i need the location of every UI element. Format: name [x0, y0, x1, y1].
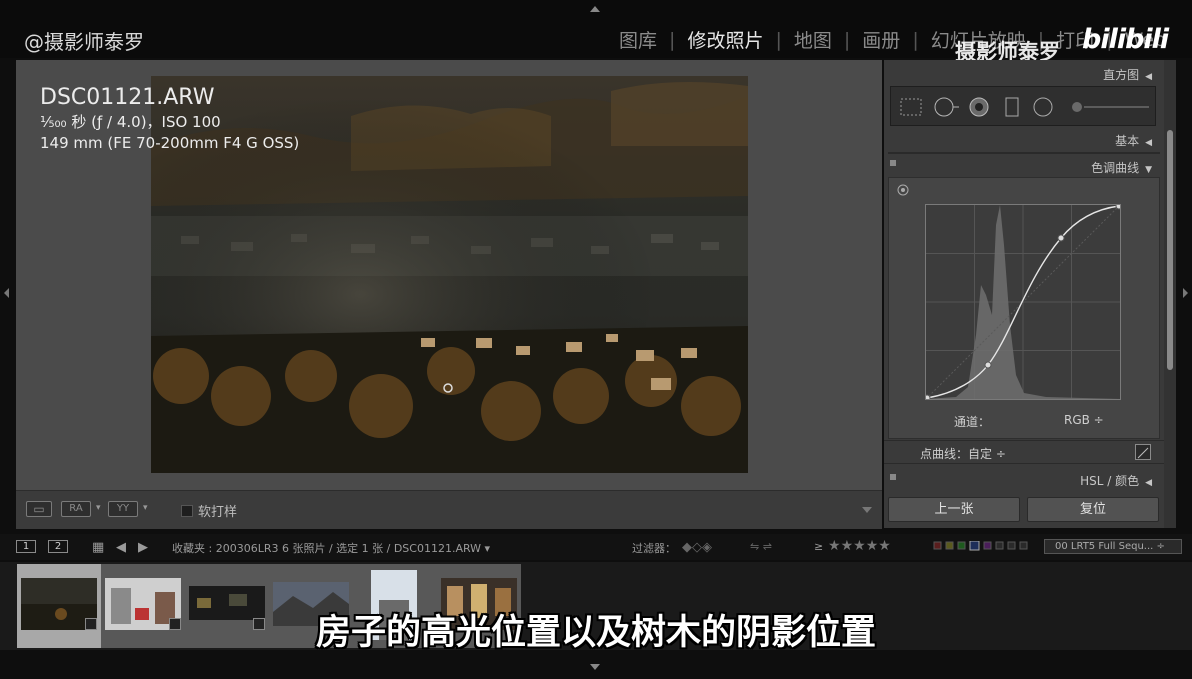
- red-eye-icon: [969, 97, 989, 117]
- module-develop[interactable]: 修改照片: [675, 26, 775, 53]
- tone-curve-header[interactable]: 色调曲线 ▼: [1091, 159, 1152, 176]
- filter-label: 过滤器：: [632, 542, 676, 555]
- panel-scrollbar[interactable]: [1167, 130, 1173, 370]
- chevron-down-icon[interactable]: ▾: [96, 503, 101, 513]
- tool-strip: [890, 86, 1156, 126]
- module-book[interactable]: 画册: [850, 26, 912, 53]
- left-panel-toggle-icon[interactable]: [4, 288, 9, 298]
- spot-removal-icon: [934, 97, 959, 117]
- flag-filter-icon[interactable]: ◆◇◈: [682, 540, 712, 555]
- color-label-filter[interactable]: [932, 540, 1030, 554]
- grid-view-icon[interactable]: ▦: [92, 540, 104, 555]
- edit-filter-icon[interactable]: ⇋ ⇌: [750, 540, 772, 553]
- hsl-panel-header[interactable]: HSL / 颜色 ◀: [1080, 472, 1152, 489]
- before-after-yy-button[interactable]: YY: [108, 501, 138, 517]
- graduated-filter-icon: [1005, 97, 1019, 117]
- panel-bottom-buttons: 上一张 复位: [888, 497, 1160, 523]
- photo-lens: 149 mm (FE 70-200mm F4 G OSS): [40, 134, 300, 152]
- channel-label: 通道：: [954, 415, 991, 429]
- photo-filename: DSC01121.ARW: [40, 85, 215, 110]
- module-bar: @摄影师泰罗 图库 | 修改照片 | 地图 | 画册 | 幻灯片放映 | 打印 | Web …: [0, 0, 1192, 64]
- before-after-ra-button[interactable]: RA: [61, 501, 91, 517]
- panel-switch-icon[interactable]: [890, 474, 896, 480]
- filter-preset-select[interactable]: 00 LRT5 Full Sequ... ÷: [1044, 539, 1182, 554]
- targeted-adjustment-icon[interactable]: [897, 184, 909, 196]
- video-subtitle: 房子的高光位置以及树木的阴影位置: [315, 613, 876, 653]
- tone-curve-graph[interactable]: [923, 202, 1123, 402]
- right-panel-toggle-icon[interactable]: [1183, 288, 1188, 298]
- rating-filter-stars[interactable]: ★★★★★: [828, 538, 891, 554]
- develop-right-panel: 直方图 ◀ 基本 ◀ 色调曲线 ▼ 通道： RGB ÷ 点曲线：自定 ÷ HSL…: [884, 60, 1164, 528]
- photo-info-overlay: DSC01121.ARW ¹⁄₅₀₀ 秒 (ƒ / 4.0)，ISO 100 1…: [40, 84, 299, 154]
- module-library[interactable]: 图库: [607, 26, 669, 53]
- module-map[interactable]: 地图: [782, 26, 844, 53]
- soft-proof-label: 软打样: [198, 505, 238, 520]
- previous-button[interactable]: 上一张: [888, 497, 1020, 522]
- monitor-1-button[interactable]: 1: [16, 540, 36, 553]
- identity-plate: @摄影师泰罗: [24, 30, 144, 54]
- point-curve-row: 点曲线：自定 ÷: [884, 440, 1164, 464]
- rating-operator[interactable]: ≥: [814, 540, 823, 553]
- bilibili-logo: bilibili: [1082, 24, 1169, 55]
- collection-path[interactable]: 收藏夹 : 200306LR3 6 张照片 / 选定 1 张 / DSC0112…: [172, 540, 490, 556]
- curve-point: [1115, 202, 1123, 210]
- develop-toolbar: ▭ RA ▾ YY ▾ 软打样: [16, 490, 882, 529]
- back-arrow-icon[interactable]: ◀: [116, 540, 126, 555]
- point-curve-select[interactable]: 点曲线：自定 ÷: [920, 445, 1006, 462]
- forward-arrow-icon[interactable]: ▶: [138, 540, 148, 555]
- collapse-top-arrow-icon[interactable]: [590, 6, 600, 12]
- curve-point: [923, 394, 931, 402]
- edit-point-curve-icon[interactable]: [1135, 444, 1151, 460]
- radial-filter-icon: [1033, 97, 1053, 117]
- loupe-view-button[interactable]: ▭: [26, 501, 52, 517]
- monitor-2-button[interactable]: 2: [48, 540, 68, 553]
- basic-panel-header[interactable]: 基本 ◀: [1115, 132, 1152, 149]
- curve-point: [984, 361, 992, 369]
- soft-proof-checkbox[interactable]: [181, 505, 193, 517]
- chevron-down-icon[interactable]: ▾: [143, 503, 148, 513]
- photo-exposure: ¹⁄₅₀₀ 秒 (ƒ / 4.0)，ISO 100: [40, 113, 221, 131]
- crop-tool-icon: [900, 98, 922, 116]
- toolbar-menu-icon[interactable]: [862, 507, 872, 513]
- channel-select[interactable]: RGB ÷: [1064, 413, 1104, 427]
- collapse-bottom-arrow-icon[interactable]: [590, 664, 600, 670]
- histogram-header[interactable]: 直方图 ◀: [1103, 66, 1152, 83]
- reset-button[interactable]: 复位: [1027, 497, 1159, 522]
- filmstrip-header: 1 2 ▦ ◀ ▶ 收藏夹 : 200306LR3 6 张照片 / 选定 1 张…: [0, 534, 1192, 560]
- adjustment-brush-slider: [1072, 102, 1149, 112]
- curve-point: [1057, 234, 1065, 242]
- panel-switch-icon[interactable]: [890, 160, 896, 166]
